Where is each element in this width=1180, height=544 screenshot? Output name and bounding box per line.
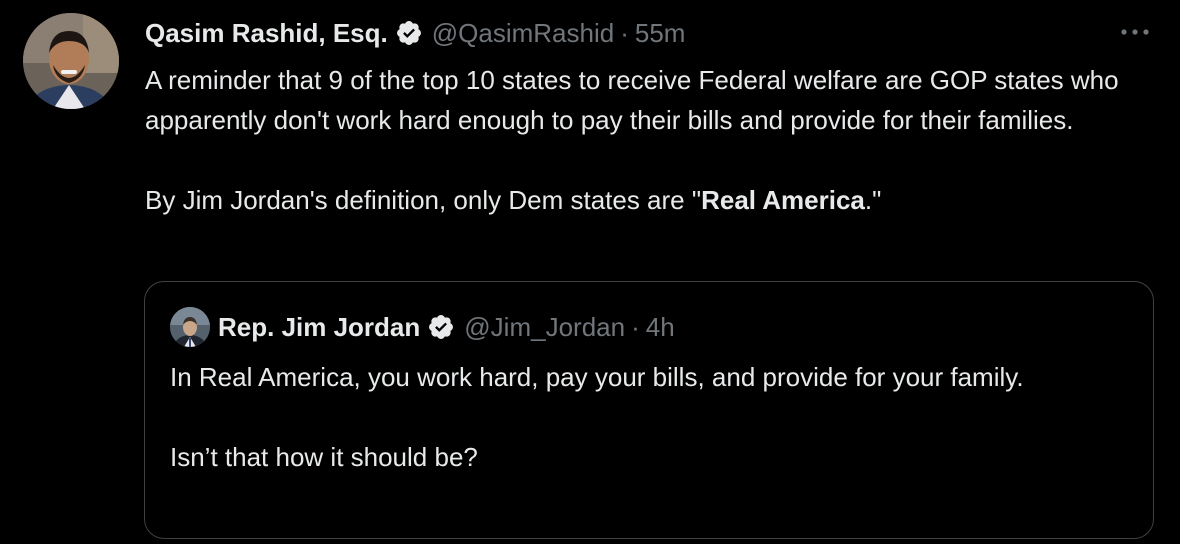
tweet-text: A reminder that 9 of the top 10 states t… — [145, 60, 1155, 220]
quoted-author-handle[interactable]: @Jim_Jordan — [464, 312, 625, 343]
quoted-author-avatar[interactable] — [170, 307, 210, 347]
quoted-tweet[interactable]: Rep. Jim Jordan @Jim_Jordan · 4h In Real… — [144, 281, 1154, 539]
quoted-tweet-paragraph-2: Isn’t that how it should be? — [170, 442, 478, 472]
author-avatar[interactable] — [23, 13, 119, 109]
quoted-tweet-timestamp[interactable]: 4h — [646, 312, 675, 343]
author-name[interactable]: Qasim Rashid, Esq. — [145, 18, 388, 49]
tweet-text-paragraph-2: By Jim Jordan's definition, only Dem sta… — [145, 180, 1155, 220]
quoted-tweet-text: In Real America, you work hard, pay your… — [170, 357, 1110, 477]
verified-badge-icon — [396, 21, 421, 45]
tweet-text-prefix: By Jim Jordan's definition, only Dem sta… — [145, 185, 702, 215]
separator-dot: · — [631, 311, 640, 342]
tweet-text-bold: Real America — [701, 185, 865, 215]
quoted-tweet-paragraph-1: In Real America, you work hard, pay your… — [170, 362, 1024, 392]
tweet-text-suffix: ." — [864, 185, 882, 215]
tweet-text-paragraph-1: A reminder that 9 of the top 10 states t… — [145, 65, 1119, 135]
quoted-tweet-header: Rep. Jim Jordan @Jim_Jordan · 4h — [218, 310, 675, 344]
separator-dot: · — [620, 17, 629, 48]
verified-badge-icon — [429, 315, 454, 339]
tweet-header: Qasim Rashid, Esq. @QasimRashid · 55m — [145, 16, 685, 50]
tweet-timestamp[interactable]: 55m — [635, 18, 686, 49]
tweet[interactable]: Qasim Rashid, Esq. @QasimRashid · 55m A … — [0, 0, 1180, 544]
quoted-author-name[interactable]: Rep. Jim Jordan — [218, 312, 420, 343]
more-horizontal-icon[interactable] — [1118, 22, 1152, 42]
author-handle[interactable]: @QasimRashid — [432, 18, 614, 49]
